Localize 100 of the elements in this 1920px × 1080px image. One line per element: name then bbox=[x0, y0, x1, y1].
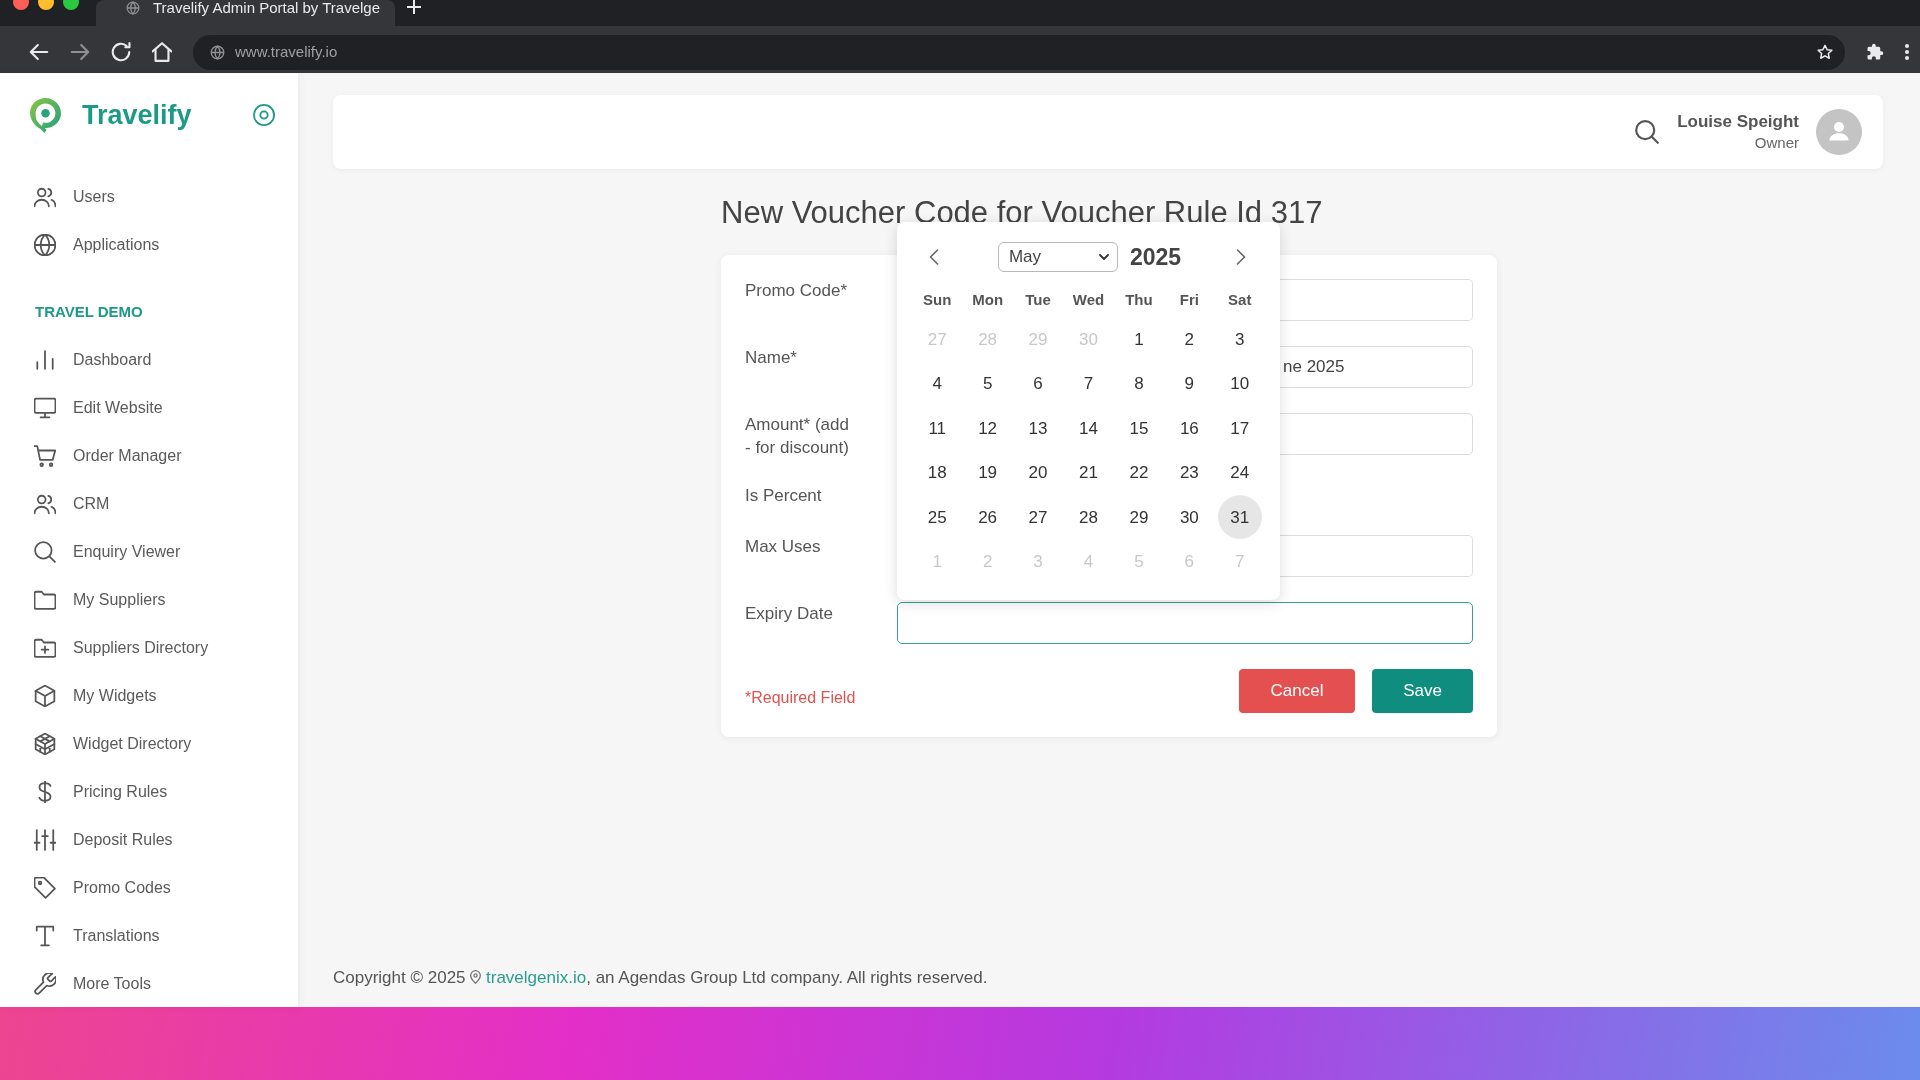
chevron-right-icon[interactable] bbox=[1236, 249, 1246, 265]
text-field[interactable] bbox=[1280, 535, 1473, 577]
sidebar-item[interactable]: Enquiry Viewer bbox=[34, 540, 181, 564]
window-minimize-icon[interactable] bbox=[38, 0, 54, 10]
window-close-icon[interactable] bbox=[13, 0, 29, 10]
calendar-day[interactable]: 18 bbox=[915, 450, 960, 495]
weekday-label: Thu bbox=[1125, 289, 1153, 310]
user-name: Louise Speight bbox=[1677, 111, 1799, 133]
calendar-day[interactable]: 26 bbox=[965, 495, 1010, 540]
sidebar-item[interactable]: My Widgets bbox=[34, 684, 157, 708]
sidebar-item[interactable]: Users bbox=[34, 185, 115, 209]
calendar-day[interactable]: 1 bbox=[1116, 317, 1161, 362]
search-icon[interactable] bbox=[1635, 120, 1660, 144]
tag-icon bbox=[34, 877, 56, 899]
required-note: *Required Field bbox=[745, 688, 856, 708]
calendar-day[interactable]: 13 bbox=[1016, 406, 1061, 451]
address-bar[interactable]: www.travelify.io bbox=[193, 34, 1845, 70]
sliders-icon bbox=[34, 829, 56, 851]
calendar-day[interactable]: 24 bbox=[1217, 450, 1262, 495]
field-label: Promo Code* bbox=[745, 280, 849, 302]
letter-t-icon bbox=[34, 925, 56, 947]
browser-tab[interactable]: Travelify Admin Portal by Travelge bbox=[96, 0, 395, 26]
calendar-day[interactable]: 15 bbox=[1116, 406, 1161, 451]
more-options-icon[interactable] bbox=[1905, 44, 1909, 60]
sidebar-item[interactable]: CRM bbox=[34, 492, 110, 516]
users-icon bbox=[34, 493, 56, 515]
target-icon[interactable] bbox=[253, 104, 275, 126]
section-heading: TRAVEL DEMO bbox=[35, 301, 143, 322]
new-tab-icon[interactable] bbox=[407, 0, 421, 14]
calendar-day[interactable]: 9 bbox=[1167, 361, 1212, 406]
calendar-day[interactable]: 19 bbox=[965, 450, 1010, 495]
sidebar-item[interactable]: Order Manager bbox=[34, 444, 182, 468]
calendar-day[interactable]: 14 bbox=[1066, 406, 1111, 451]
monitor-icon bbox=[34, 397, 56, 419]
calendar-day[interactable]: 17 bbox=[1217, 406, 1262, 451]
sidebar-item[interactable]: Dashboard bbox=[34, 348, 152, 372]
sidebar-item[interactable]: Widget Directory bbox=[34, 732, 192, 756]
calendar-day[interactable]: 28 bbox=[1066, 495, 1111, 540]
users-icon bbox=[34, 186, 56, 208]
star-icon[interactable] bbox=[1817, 44, 1833, 60]
calendar-day[interactable]: 7 bbox=[1066, 361, 1111, 406]
brand-name: Travelify bbox=[82, 98, 192, 132]
sidebar-item[interactable]: More Tools bbox=[34, 972, 151, 996]
weekday-label: Tue bbox=[1025, 289, 1051, 310]
cube-icon bbox=[34, 685, 56, 707]
sidebar-item[interactable]: Promo Codes bbox=[34, 876, 171, 900]
text-field[interactable] bbox=[1280, 279, 1473, 321]
weekday-label: Sun bbox=[923, 289, 952, 310]
calendar-day[interactable]: 23 bbox=[1167, 450, 1212, 495]
sidebar-item[interactable]: Applications bbox=[34, 233, 160, 257]
globe-icon bbox=[210, 44, 225, 60]
reload-icon[interactable] bbox=[111, 42, 131, 62]
globe-icon bbox=[126, 1, 140, 15]
calendar-day[interactable]: 4 bbox=[915, 361, 960, 406]
calendar-day[interactable]: 22 bbox=[1116, 450, 1161, 495]
text-field[interactable]: ne 2025 bbox=[1280, 346, 1473, 388]
calendar-day[interactable]: 21 bbox=[1066, 450, 1111, 495]
sidebar-item[interactable]: Edit Website bbox=[34, 396, 163, 420]
sidebar-item[interactable]: Pricing Rules bbox=[34, 780, 168, 804]
chevron-left-icon[interactable] bbox=[929, 249, 939, 265]
user-role: Owner bbox=[1754, 133, 1799, 153]
field-label: Expiry Date bbox=[745, 603, 834, 625]
puzzle-icon[interactable] bbox=[1866, 43, 1884, 61]
calendar-day[interactable]: 3 bbox=[1217, 317, 1262, 362]
weekday-label: Fri bbox=[1179, 289, 1199, 310]
calendar-day[interactable]: 30 bbox=[1167, 495, 1212, 540]
calendar-day[interactable]: 2 bbox=[1167, 317, 1212, 362]
calendar-day[interactable]: 20 bbox=[1016, 450, 1061, 495]
month-select[interactable]: May bbox=[997, 242, 1118, 272]
sidebar-item[interactable]: Translations bbox=[34, 924, 160, 948]
sidebar-item[interactable]: Suppliers Directory bbox=[34, 636, 209, 660]
location-pin-icon bbox=[30, 97, 61, 133]
calendar-day[interactable]: 11 bbox=[915, 406, 960, 451]
calendar-day[interactable]: 25 bbox=[915, 495, 960, 540]
date-field[interactable] bbox=[897, 602, 1473, 644]
sidebar-item[interactable]: Deposit Rules bbox=[34, 828, 173, 852]
sidebar-item[interactable]: My Suppliers bbox=[34, 588, 166, 612]
cart-icon bbox=[34, 445, 56, 467]
window-zoom-icon[interactable] bbox=[63, 0, 79, 10]
home-icon[interactable] bbox=[152, 42, 172, 62]
globe-icon bbox=[34, 234, 56, 256]
calendar-day[interactable]: 5 bbox=[965, 361, 1010, 406]
calendar-day[interactable]: 12 bbox=[965, 406, 1010, 451]
cancel-button[interactable]: Cancel bbox=[1239, 669, 1355, 713]
search-icon bbox=[34, 541, 56, 563]
text-field[interactable] bbox=[1280, 413, 1473, 455]
calendar-day[interactable]: 8 bbox=[1116, 361, 1161, 406]
folder-plus-icon bbox=[34, 637, 56, 659]
save-button[interactable]: Save bbox=[1372, 669, 1473, 713]
calendar-day[interactable]: 29 bbox=[1116, 495, 1161, 540]
calendar-day[interactable]: 16 bbox=[1167, 406, 1212, 451]
calendar-day[interactable]: 6 bbox=[1016, 361, 1061, 406]
back-arrow-icon[interactable] bbox=[29, 42, 49, 62]
cube-grid-icon bbox=[34, 733, 56, 755]
bar-chart-icon bbox=[34, 349, 56, 371]
calendar-day[interactable]: 31 bbox=[1217, 495, 1262, 540]
calendar-day[interactable]: 27 bbox=[1016, 495, 1061, 540]
url-text: www.travelify.io bbox=[235, 41, 338, 62]
calendar-day[interactable]: 10 bbox=[1217, 361, 1262, 406]
copyright-text: Copyright © 2025 travelgenix.io, an Agendas Group Ltd company. All rights reserved. bbox=[333, 967, 988, 989]
